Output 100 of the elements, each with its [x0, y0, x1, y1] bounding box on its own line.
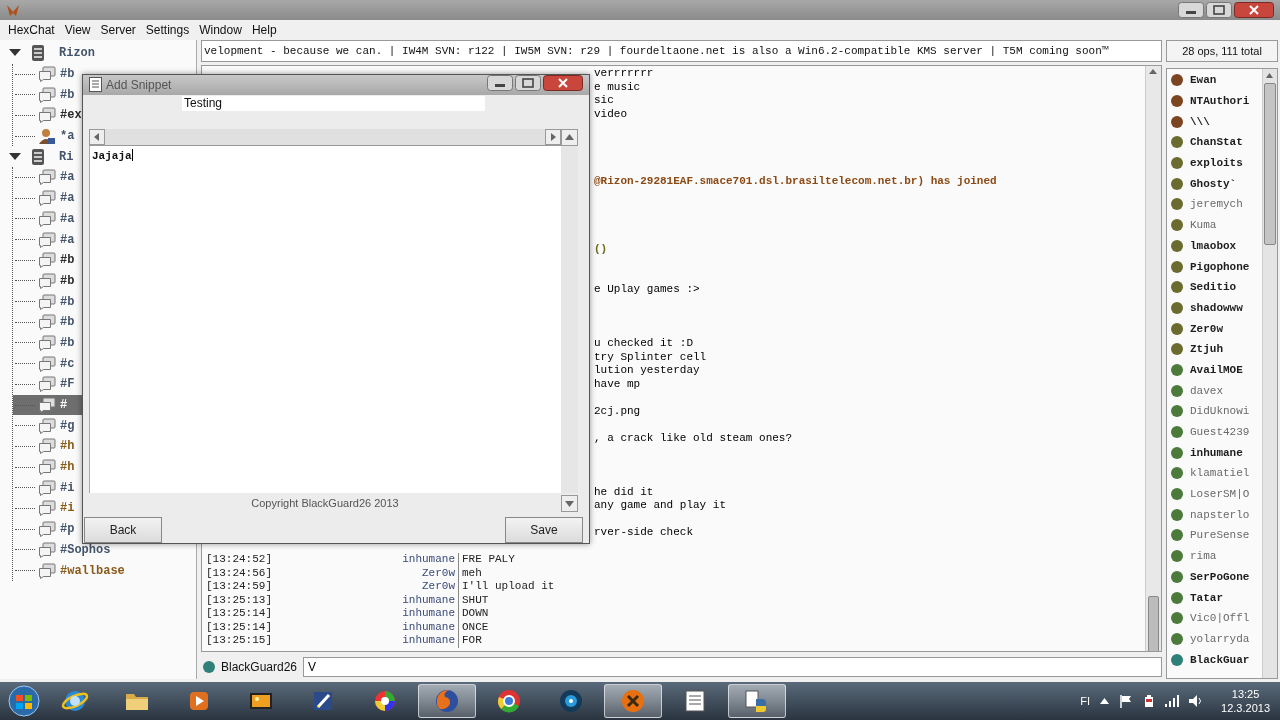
- language-indicator[interactable]: FI: [1080, 695, 1091, 707]
- taskbar-button[interactable]: [604, 684, 662, 718]
- channel-label[interactable]: #wallbase: [60, 564, 125, 577]
- user-name[interactable]: Pigophone: [1190, 260, 1250, 273]
- chat-bubbles-icon: [38, 376, 56, 393]
- channel-label[interactable]: *a: [60, 130, 75, 143]
- scrollbar[interactable]: [1145, 66, 1161, 651]
- user-name[interactable]: Seditio: [1190, 281, 1237, 294]
- user-name[interactable]: DidUknowi: [1190, 405, 1250, 418]
- taskbar-button[interactable]: [418, 684, 476, 718]
- menu-item[interactable]: View: [59, 22, 96, 37]
- channel-label[interactable]: #c: [60, 357, 75, 370]
- signal-bars-icon[interactable]: [1165, 695, 1180, 707]
- user-name[interactable]: SerPoGone: [1190, 570, 1250, 583]
- user-name[interactable]: Guest4239: [1190, 426, 1250, 439]
- channel-label[interactable]: #a: [60, 212, 75, 225]
- collapse-arrow-icon[interactable]: [9, 152, 21, 161]
- channel-label[interactable]: #b: [60, 274, 75, 287]
- channel-label[interactable]: #b: [60, 336, 75, 349]
- dialog-button[interactable]: Back: [84, 517, 162, 543]
- minimize-button[interactable]: [487, 75, 513, 92]
- channel-label[interactable]: #h: [60, 440, 75, 453]
- user-name[interactable]: Vic0|Offl: [1190, 612, 1250, 625]
- collapse-arrow-icon[interactable]: [9, 49, 21, 58]
- user-name[interactable]: \\\: [1190, 115, 1210, 128]
- menu-item[interactable]: Server: [95, 22, 141, 37]
- user-name[interactable]: AvailMOE: [1190, 363, 1243, 376]
- user-name[interactable]: klamatiel: [1190, 467, 1250, 480]
- scrollbar[interactable]: [1262, 69, 1277, 678]
- channel-label[interactable]: #i: [60, 481, 75, 494]
- nick-button[interactable]: BlackGuard26: [221, 660, 298, 674]
- network-label[interactable]: Ri: [59, 150, 74, 163]
- user-name[interactable]: NTAuthori: [1190, 95, 1250, 108]
- user-name[interactable]: lmaobox: [1190, 239, 1237, 252]
- network-label[interactable]: Rizon: [59, 47, 95, 60]
- user-name[interactable]: ChanStat: [1190, 136, 1243, 149]
- channel-label[interactable]: #a: [60, 171, 75, 184]
- channel-label[interactable]: #p: [60, 523, 75, 536]
- channel-label[interactable]: #F: [60, 378, 75, 391]
- channel-label[interactable]: #ex: [60, 109, 82, 122]
- chat-message: ONCE: [458, 620, 489, 634]
- user-name[interactable]: napsterlo: [1190, 508, 1250, 521]
- channel-label[interactable]: #a: [60, 233, 75, 246]
- minimize-button[interactable]: [1178, 2, 1204, 18]
- scrollbar-thumb[interactable]: [1148, 596, 1159, 651]
- channel-label[interactable]: #g: [60, 419, 75, 432]
- user-name[interactable]: yolarryda: [1190, 632, 1250, 645]
- user-name[interactable]: exploits: [1190, 157, 1243, 170]
- channel-label[interactable]: #b: [60, 88, 75, 101]
- channel-label[interactable]: #i: [60, 502, 75, 515]
- channel-label[interactable]: #b: [60, 68, 75, 81]
- copyright-text: Copyright BlackGuard26 2013: [250, 497, 400, 509]
- chat-text: sic: [594, 94, 614, 108]
- battery-plug-icon[interactable]: [1143, 694, 1156, 708]
- channel-label[interactable]: #b: [60, 295, 75, 308]
- user-name[interactable]: jeremych: [1190, 198, 1243, 211]
- channel-label[interactable]: #Sophos: [60, 543, 111, 556]
- menu-item[interactable]: Settings: [140, 22, 195, 37]
- flag-icon[interactable]: [1119, 694, 1134, 708]
- clock-time[interactable]: 13:25: [1231, 687, 1260, 701]
- scrollbar[interactable]: [561, 145, 578, 494]
- clock-date[interactable]: 12.3.2013: [1221, 701, 1270, 715]
- scrollbar[interactable]: [89, 128, 561, 146]
- menu-item[interactable]: HexChat: [3, 22, 60, 37]
- user-name[interactable]: LoserSM|O: [1190, 488, 1250, 501]
- user-name[interactable]: Ghosty`: [1190, 177, 1237, 190]
- topic-field[interactable]: velopment - because we can. | IW4M SVN: r122 | IW5M SVN: r29 | fourdeltaone.net is also a Win6.2-compatible KMS server | T5M coming soon™: [201, 40, 1162, 62]
- channel-label[interactable]: #b: [60, 316, 75, 329]
- user-name[interactable]: Tatar: [1190, 591, 1223, 604]
- start-button[interactable]: [6, 684, 42, 718]
- user-name[interactable]: Kuma: [1190, 219, 1217, 232]
- close-button[interactable]: [1234, 2, 1274, 18]
- name-field[interactable]: Testing: [182, 95, 485, 111]
- channel-label[interactable]: #h: [60, 461, 75, 474]
- maximize-button[interactable]: [1206, 2, 1232, 18]
- user-name[interactable]: Ewan: [1190, 74, 1217, 87]
- maximize-button[interactable]: [515, 75, 541, 92]
- taskbar-button[interactable]: [728, 684, 786, 718]
- menu-item[interactable]: Help: [246, 22, 282, 37]
- volume-icon[interactable]: [1189, 695, 1204, 707]
- channel-label[interactable]: #a: [60, 192, 75, 205]
- scrollbar-thumb[interactable]: [1264, 83, 1276, 245]
- user-name[interactable]: PureSense: [1190, 529, 1250, 542]
- channel-label[interactable]: #b: [60, 254, 75, 267]
- message-input[interactable]: V: [303, 657, 1162, 677]
- user-name[interactable]: davex: [1190, 384, 1223, 397]
- chat-text: lution yesterday: [594, 364, 700, 378]
- channel-label[interactable]: #: [60, 399, 68, 412]
- user-name[interactable]: inhumane: [1190, 446, 1243, 459]
- snippet-text-area[interactable]: Jajaja: [89, 145, 561, 494]
- user-name[interactable]: Zer0w: [1190, 322, 1223, 335]
- user-name[interactable]: BlackGuar: [1190, 653, 1250, 666]
- dialog-button[interactable]: Save: [505, 517, 583, 543]
- close-button[interactable]: [543, 75, 583, 92]
- user-name[interactable]: shadowww: [1190, 301, 1243, 314]
- user-name[interactable]: Ztjuh: [1190, 343, 1223, 356]
- chat-text: u checked it :D: [594, 337, 694, 351]
- user-name[interactable]: rima: [1190, 550, 1217, 563]
- up-arrow-icon[interactable]: [1100, 698, 1110, 704]
- menu-item[interactable]: Window: [194, 22, 247, 37]
